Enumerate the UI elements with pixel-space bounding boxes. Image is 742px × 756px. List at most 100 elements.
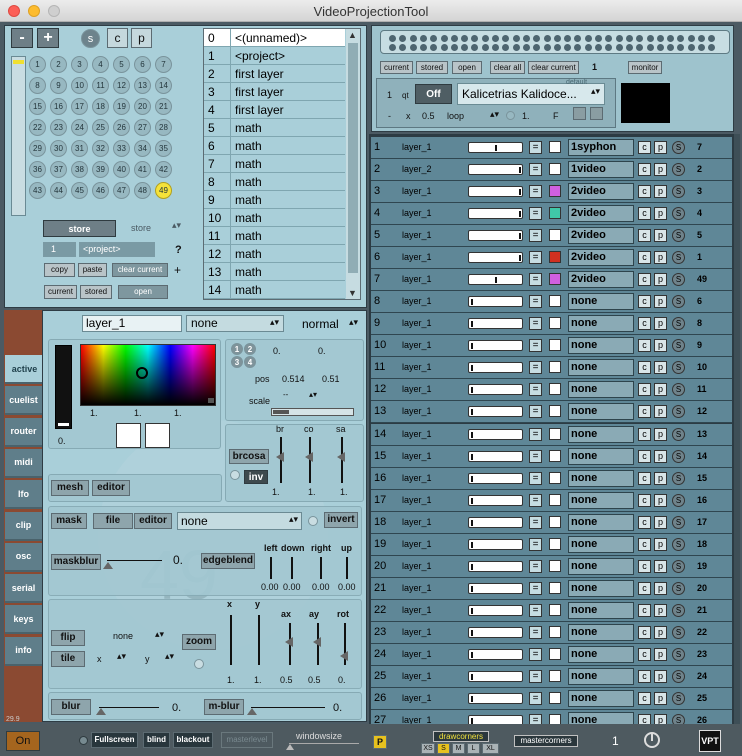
layer-row[interactable]: 15 layer_1 = none c p S 14 <box>371 445 732 468</box>
layer-opacity-slider[interactable] <box>468 186 523 198</box>
layer-solo-button[interactable]: S <box>672 515 685 529</box>
preset-list-item[interactable]: 14 math <box>204 281 345 299</box>
layer-mode-select[interactable]: normal <box>302 317 339 331</box>
layer-c-button[interactable]: c <box>638 405 651 419</box>
edge-left-value[interactable]: 0.00 <box>261 582 279 592</box>
layer-source-select[interactable]: none <box>568 315 634 333</box>
source-dot[interactable] <box>708 44 716 51</box>
layer-solo-button[interactable]: S <box>672 692 685 705</box>
layer-source-select[interactable]: 2video <box>568 205 634 223</box>
pos-y-value[interactable]: 0.51 <box>322 374 340 384</box>
on-button[interactable]: On <box>6 731 40 751</box>
layer-opacity-slider[interactable] <box>468 582 523 594</box>
layer-row[interactable]: 20 layer_1 = none c p S 19 <box>371 555 732 578</box>
layer-source-select[interactable]: none <box>568 513 634 531</box>
layer-color-swatch[interactable] <box>549 295 561 308</box>
layer-color-swatch[interactable] <box>549 207 561 220</box>
layer-color-swatch[interactable] <box>549 405 561 418</box>
source-dot[interactable] <box>492 44 499 51</box>
layer-p-button[interactable]: p <box>654 449 667 463</box>
preset-slot[interactable]: 13 <box>134 77 151 94</box>
layer-p-button[interactable]: p <box>654 141 667 154</box>
layer-opacity-slider[interactable] <box>468 648 523 660</box>
layer-row[interactable]: 6 layer_1 = 2video c p S 1 <box>371 247 732 270</box>
layer-c-button[interactable]: c <box>638 185 651 199</box>
layer-row[interactable]: 10 layer_1 = none c p S 9 <box>371 335 732 358</box>
layer-c-button[interactable]: c <box>638 229 651 243</box>
tile-button[interactable]: tile <box>51 651 85 667</box>
source-dot[interactable] <box>646 35 654 42</box>
preset-slot[interactable]: 5 <box>113 56 130 73</box>
layer-color-swatch[interactable] <box>549 427 561 440</box>
tab-cuelist[interactable]: cuelist <box>5 386 42 416</box>
layer-solo-button[interactable]: S <box>672 427 685 441</box>
layer-eq-button[interactable]: = <box>529 581 542 595</box>
layer-row[interactable]: 24 layer_1 = none c p S 23 <box>371 643 732 666</box>
source-dot[interactable] <box>667 35 675 42</box>
layer-row[interactable]: 5 layer_1 = 2video c p S 5 <box>371 225 732 248</box>
layer-solo-button[interactable]: S <box>672 229 685 243</box>
tab-info[interactable]: info <box>5 636 42 666</box>
source-dot[interactable] <box>399 44 407 51</box>
layer-opacity-slider[interactable] <box>468 604 523 616</box>
preset-slot[interactable]: 2 <box>50 56 67 73</box>
preset-list-item[interactable]: 4 first layer <box>204 101 345 119</box>
source-dot-strip[interactable] <box>380 30 730 54</box>
tile-x-arrows[interactable]: ▴▾ <box>117 651 126 662</box>
rot-value[interactable]: 0. <box>338 675 346 685</box>
source-dot[interactable] <box>389 35 396 42</box>
layer-source-select[interactable]: none <box>568 359 634 377</box>
transform-y-value[interactable]: 1. <box>254 675 262 685</box>
layer-solo-button[interactable]: S <box>672 647 685 661</box>
sa-value[interactable]: 1. <box>340 487 348 497</box>
layer-source-select[interactable]: none <box>568 601 634 619</box>
layer-eq-button[interactable]: = <box>529 471 542 485</box>
loop-toggle[interactable] <box>506 111 515 120</box>
layer-solo-button[interactable]: S <box>672 669 685 683</box>
preset-slot[interactable]: 36 <box>29 161 46 178</box>
layer-row[interactable]: 14 layer_1 = none c p S 13 <box>371 423 732 446</box>
layer-source-select[interactable]: none <box>568 557 634 575</box>
preset-slot[interactable]: 8 <box>29 77 46 94</box>
layer-eq-button[interactable]: = <box>529 493 542 507</box>
layer-c-button[interactable]: c <box>638 163 651 177</box>
layer-color-swatch[interactable] <box>549 647 561 660</box>
layer-source-select[interactable]: none <box>568 337 634 355</box>
color-g-value[interactable]: 1. <box>134 408 142 418</box>
preset-list-item[interactable]: 5 math <box>204 119 345 137</box>
layer-p-button[interactable]: p <box>654 207 667 221</box>
layer-solo-button[interactable]: S <box>672 273 685 287</box>
flip-select-arrows[interactable]: ▴▾ <box>155 629 164 640</box>
layer-row[interactable]: 16 layer_1 = none c p S 15 <box>371 467 732 490</box>
inv-button[interactable]: inv <box>244 470 268 484</box>
layer-solo-button[interactable]: S <box>672 141 685 154</box>
edge-up-slider[interactable] <box>346 557 348 579</box>
layer-eq-button[interactable]: = <box>529 427 542 441</box>
layer-source-select[interactable]: none <box>568 535 634 553</box>
source-dot[interactable] <box>677 44 685 51</box>
source-dot[interactable] <box>481 44 489 51</box>
preset-slot[interactable]: 48 <box>134 182 151 199</box>
layer-solo-button[interactable]: S <box>672 163 685 177</box>
source-dot[interactable] <box>698 35 705 42</box>
preset-list-item[interactable]: 10 math <box>204 209 345 227</box>
preset-slot[interactable]: 21 <box>155 98 172 115</box>
layer-row[interactable]: 23 layer_1 = none c p S 22 <box>371 621 732 644</box>
size-s-button[interactable]: S <box>437 743 450 754</box>
corner-x-value[interactable]: 0. <box>273 346 281 356</box>
source-dot[interactable] <box>553 35 561 42</box>
layer-eq-button[interactable]: = <box>529 559 542 573</box>
layer-p-button[interactable]: p <box>654 581 667 595</box>
layer-eq-button[interactable]: = <box>529 185 542 199</box>
layer-p-button[interactable]: p <box>654 383 667 397</box>
source-dot[interactable] <box>595 44 602 51</box>
color-r-value[interactable]: 1. <box>90 408 98 418</box>
layer-c-button[interactable]: c <box>638 361 651 375</box>
source-dot[interactable] <box>430 35 438 42</box>
source-dot[interactable] <box>625 44 633 51</box>
layer-solo-button[interactable]: S <box>672 361 685 375</box>
preset-slot[interactable]: 1 <box>29 56 46 73</box>
source-dot[interactable] <box>595 35 602 42</box>
fullscreen-button[interactable]: Fullscreen <box>91 732 138 748</box>
preset-s-button[interactable]: s <box>81 29 100 48</box>
